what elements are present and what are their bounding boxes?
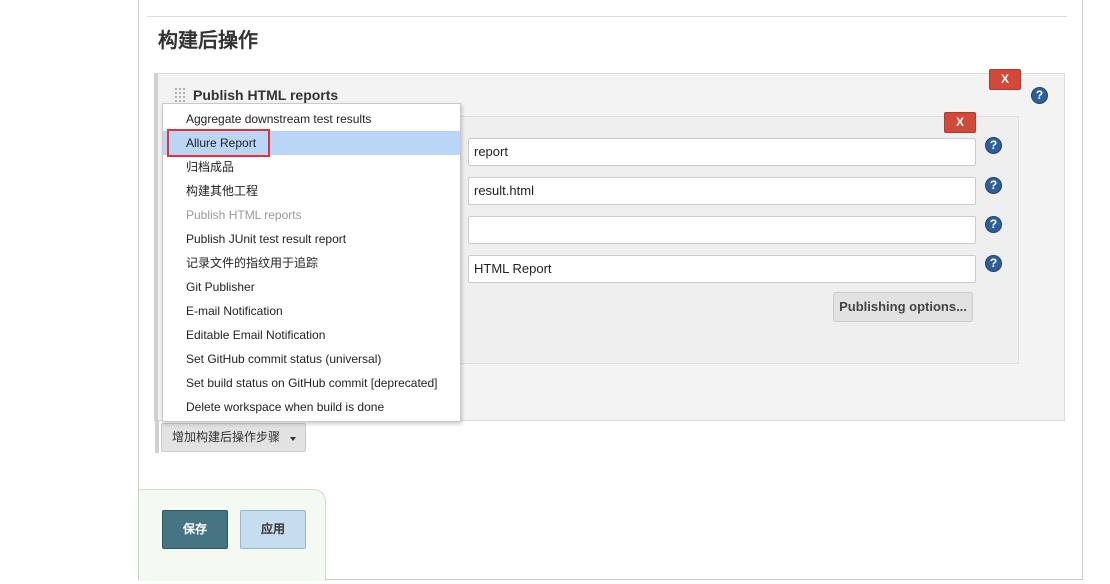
index-page-titles-field[interactable] xyxy=(468,216,976,244)
drag-handle-icon[interactable] xyxy=(174,87,186,103)
section-title: 构建后操作 xyxy=(158,28,258,52)
menu-item[interactable]: 记录文件的指纹用于追踪 xyxy=(163,251,460,275)
menu-item[interactable]: Git Publisher xyxy=(163,275,460,299)
help-icon[interactable]: ? xyxy=(985,255,1002,272)
menu-item[interactable]: E-mail Notification xyxy=(163,299,460,323)
help-icon[interactable]: ? xyxy=(985,216,1002,233)
menu-item[interactable]: Set build status on GitHub commit [depre… xyxy=(163,371,460,395)
step-title: Publish HTML reports xyxy=(193,87,339,103)
help-icon[interactable]: ? xyxy=(985,137,1002,154)
menu-item[interactable]: Publish JUnit test result report xyxy=(163,227,460,251)
menu-item[interactable]: Editable Email Notification xyxy=(163,323,460,347)
help-icon[interactable]: ? xyxy=(985,177,1002,194)
menu-item-disabled: Publish HTML reports xyxy=(186,208,302,222)
html-directory-field[interactable]: report xyxy=(468,138,976,166)
save-button[interactable]: 保存 xyxy=(162,510,228,549)
apply-button[interactable]: 应用 xyxy=(240,510,306,549)
divider xyxy=(155,420,159,453)
add-step-label: 增加构建后操作步骤 xyxy=(172,430,281,444)
divider xyxy=(147,16,1067,17)
publishing-options-button[interactable]: Publishing options... xyxy=(833,292,973,322)
annotation-highlight-box xyxy=(167,129,270,157)
help-icon[interactable]: ? xyxy=(1031,87,1048,104)
menu-item[interactable]: Delete workspace when build is done xyxy=(163,395,460,419)
delete-step-button[interactable]: X xyxy=(989,69,1021,90)
delete-report-button[interactable]: X xyxy=(944,112,976,133)
add-post-build-step-button[interactable]: 增加构建后操作步骤 xyxy=(161,423,306,452)
menu-item[interactable]: Aggregate downstream test results xyxy=(163,107,460,131)
menu-item[interactable]: Set GitHub commit status (universal) xyxy=(163,347,460,371)
report-title-field[interactable]: HTML Report xyxy=(468,255,976,283)
menu-item[interactable]: 归档成品 xyxy=(163,155,460,179)
menu-item[interactable]: 构建其他工程 xyxy=(163,179,460,203)
page: 构建后操作 Publish HTML reports X ? X report … xyxy=(0,0,1110,584)
caret-down-icon xyxy=(290,437,296,441)
index-pages-field[interactable]: result.html xyxy=(468,177,976,205)
